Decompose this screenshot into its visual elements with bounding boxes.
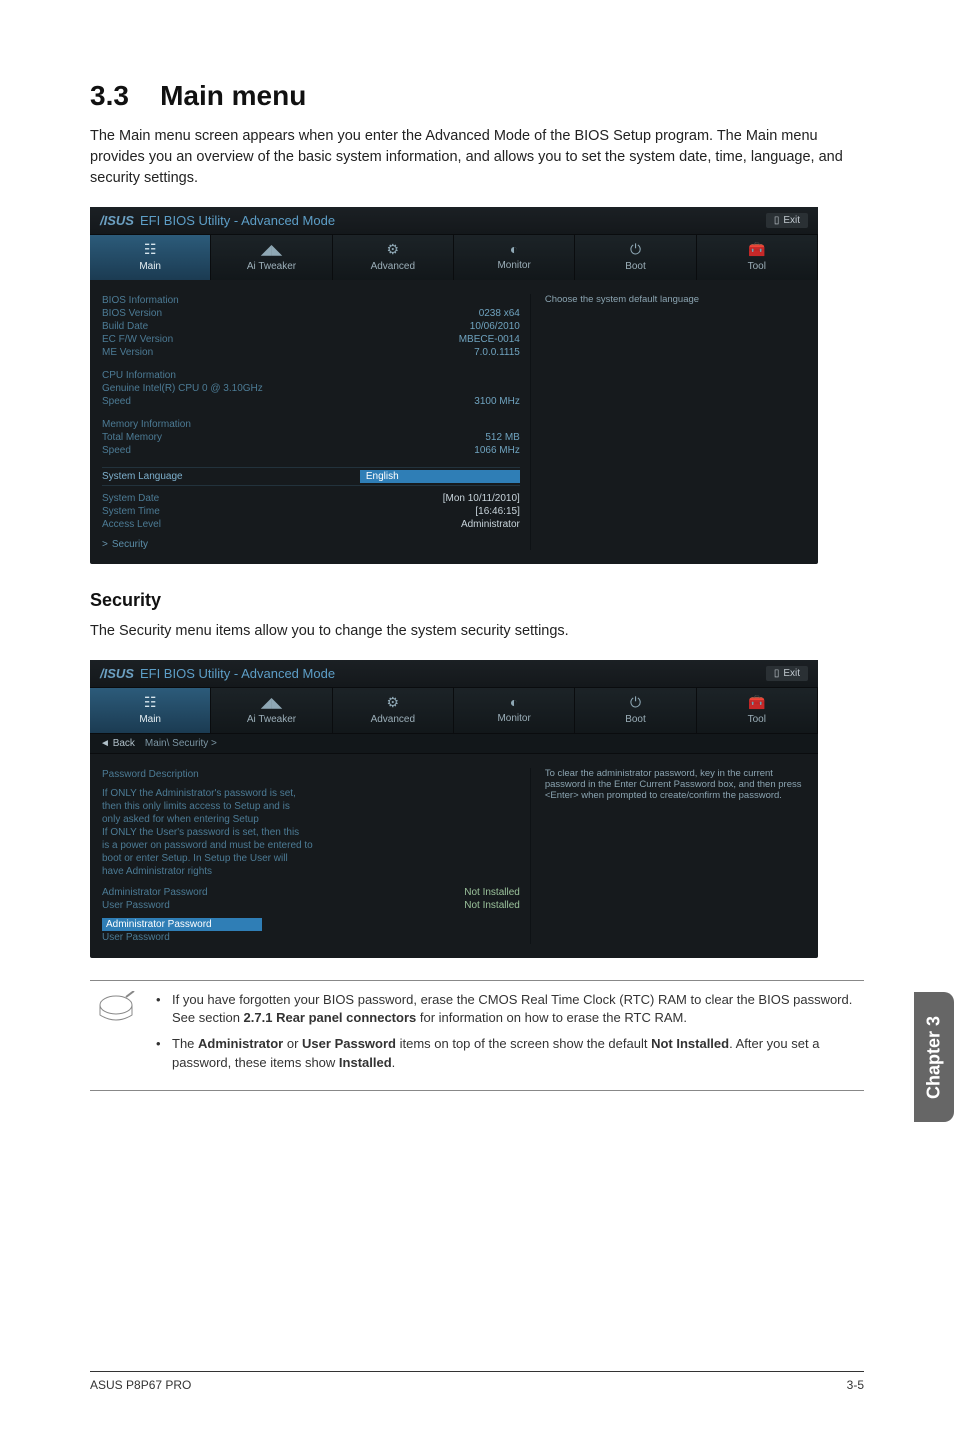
footer-page: 3-5	[847, 1378, 864, 1392]
tab-ai-tweaker[interactable]: ◢◣Ai Tweaker	[211, 688, 332, 733]
tab-boot[interactable]: ⏻Boot	[575, 688, 696, 733]
monitor-icon: ◐	[454, 241, 574, 257]
tab-boot[interactable]: ⏻ Boot	[575, 235, 696, 280]
monitor-icon: ◐	[454, 694, 574, 710]
admin-password-item[interactable]: Administrator Password	[102, 918, 520, 931]
note-icon	[96, 991, 136, 1080]
system-date-row[interactable]: System Date[Mon 10/11/2010]	[102, 492, 520, 505]
help-text: Choose the system default language	[545, 294, 806, 305]
language-value: English	[360, 470, 520, 483]
asus-logo: /ISUS	[100, 666, 134, 681]
tweaker-icon: ◢◣	[211, 694, 331, 711]
bios-screenshot-main: /ISUS EFI BIOS Utility - Advanced Mode ▯…	[90, 207, 818, 564]
system-time-row[interactable]: System Time[16:46:15]	[102, 505, 520, 518]
bios-title: EFI BIOS Utility - Advanced Mode	[140, 213, 335, 228]
exit-button[interactable]: ▯ Exit	[766, 666, 808, 681]
note-box: If you have forgotten your BIOS password…	[90, 980, 864, 1091]
tab-tool[interactable]: 🧰 Tool	[697, 235, 818, 280]
cpu-info-header: CPU Information	[102, 370, 176, 381]
bios-screenshot-security: /ISUS EFI BIOS Utility - Advanced Mode ▯…	[90, 660, 818, 958]
back-button[interactable]: ◄ Back	[100, 738, 135, 749]
tab-main[interactable]: ☷Main	[90, 688, 211, 733]
tool-icon: 🧰	[697, 241, 817, 258]
breadcrumb: Main\ Security >	[145, 738, 217, 749]
security-heading: Security	[90, 590, 864, 611]
footer-left: ASUS P8P67 PRO	[90, 1378, 191, 1392]
intro-paragraph: The Main menu screen appears when you en…	[90, 126, 864, 189]
tab-advanced[interactable]: ⚙ Advanced	[333, 235, 454, 280]
user-password-item[interactable]: User Password	[102, 932, 170, 943]
tool-icon: 🧰	[697, 694, 817, 711]
bios-info-header: BIOS Information	[102, 295, 179, 306]
system-language-row[interactable]: System Language English	[102, 467, 520, 486]
advanced-icon: ⚙	[333, 241, 453, 258]
asus-logo: /ISUS	[100, 213, 134, 228]
tab-tool[interactable]: 🧰Tool	[697, 688, 818, 733]
main-icon: ☷	[90, 241, 210, 258]
tab-ai-tweaker[interactable]: ◢◣ Ai Tweaker	[211, 235, 332, 280]
tab-monitor[interactable]: ◐Monitor	[454, 688, 575, 733]
tweaker-icon: ◢◣	[211, 241, 331, 258]
tab-monitor[interactable]: ◐ Monitor	[454, 235, 575, 280]
section-title: 3.3 Main menu	[90, 80, 864, 112]
chevron-right-icon: >	[102, 539, 108, 550]
boot-icon: ⏻	[575, 241, 695, 258]
security-link[interactable]: >Security	[102, 539, 520, 550]
exit-icon: ▯	[774, 215, 780, 226]
chapter-tab: Chapter 3	[914, 992, 954, 1122]
note-item-2: The Administrator or User Password items…	[156, 1035, 858, 1071]
main-icon: ☷	[90, 694, 210, 711]
tab-advanced[interactable]: ⚙Advanced	[333, 688, 454, 733]
mem-info-header: Memory Information	[102, 419, 191, 430]
tab-main[interactable]: ☷ Main	[90, 235, 211, 280]
boot-icon: ⏻	[575, 694, 695, 711]
bios-title: EFI BIOS Utility - Advanced Mode	[140, 666, 335, 681]
exit-icon: ▯	[774, 668, 780, 679]
note-item-1: If you have forgotten your BIOS password…	[156, 991, 858, 1027]
help-text: To clear the administrator password, key…	[545, 768, 806, 801]
exit-button[interactable]: ▯ Exit	[766, 213, 808, 228]
security-intro: The Security menu items allow you to cha…	[90, 621, 864, 642]
advanced-icon: ⚙	[333, 694, 453, 711]
password-desc-header: Password Description	[102, 769, 199, 780]
